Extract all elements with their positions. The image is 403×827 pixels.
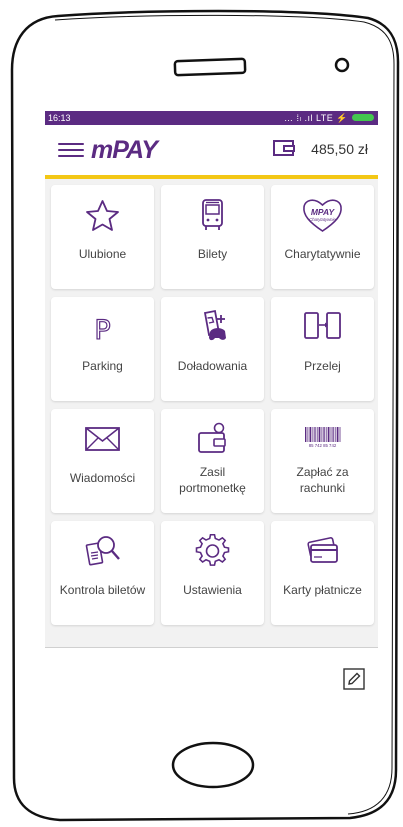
tile-label: Kontrola biletów xyxy=(59,583,146,597)
tile-label-line2: portmonetkę xyxy=(179,481,246,495)
tile-przelej[interactable]: Przelej xyxy=(271,297,374,401)
tile-label: Karty płatnicze xyxy=(283,583,362,597)
status-bar: 16:13 … ⁞ₗ .ıl LTE ⚡ xyxy=(45,111,378,125)
tile-label-line1: Zasil xyxy=(199,465,226,479)
tile-zasil-portmonetke[interactable]: Zasil portmonetkę xyxy=(161,409,264,513)
app-bar: mPAY 485,50 zł xyxy=(45,125,378,175)
tile-charytatywnie[interactable]: MPAY Charytatywnie Charytatywnie xyxy=(271,185,374,289)
edit-icon[interactable] xyxy=(343,668,365,690)
heart-logo-text: MPAY xyxy=(311,207,336,217)
wallet-balance[interactable]: 485,50 zł xyxy=(311,141,368,157)
network-indicator: … ⁞ₗ .ıl LTE ⚡ xyxy=(283,113,348,123)
barcode-number: 85 742 85 742 xyxy=(309,443,337,448)
topup-icon xyxy=(203,309,226,341)
tile-ustawienia[interactable]: Ustawienia xyxy=(161,521,264,625)
tile-label-line1: Zapłać za xyxy=(296,465,349,479)
tile-zaplac-za-rachunki[interactable]: 85 742 85 742 Zapłać za rachunki xyxy=(271,409,374,513)
ticket-check-icon xyxy=(85,536,120,566)
gear-icon xyxy=(195,533,230,566)
tile-label: Ustawienia xyxy=(183,583,242,597)
star-icon xyxy=(86,200,119,231)
tile-label: Wiadomości xyxy=(69,471,136,485)
parking-icon: P xyxy=(94,314,111,346)
bottom-bar xyxy=(45,648,378,715)
barcode-icon: 85 742 85 742 xyxy=(305,427,341,448)
tile-bilety[interactable]: Bilety xyxy=(161,185,264,289)
bus-icon xyxy=(202,199,223,230)
tile-label: Bilety xyxy=(197,247,228,261)
status-time: 16:13 xyxy=(48,113,71,123)
battery-icon xyxy=(352,114,374,121)
parking-letter: P xyxy=(94,315,110,346)
tile-parking[interactable]: P Parking xyxy=(51,297,154,401)
wallet-icon[interactable] xyxy=(273,139,295,157)
heart-icon: MPAY Charytatywnie xyxy=(303,199,342,232)
wallet-topup-icon xyxy=(198,422,226,453)
tile-doladowania[interactable]: Doładowania xyxy=(161,297,264,401)
heart-caption-text: Charytatywnie xyxy=(309,217,336,222)
phone-screen: 16:13 … ⁞ₗ .ıl LTE ⚡ mPAY 485,50 zł Ulub… xyxy=(45,111,378,715)
hamburger-menu-icon[interactable] xyxy=(58,139,84,159)
transfer-icon xyxy=(304,312,341,339)
tile-label: Przelej xyxy=(304,359,341,373)
tile-label-line2: rachunki xyxy=(299,481,346,495)
cards-icon xyxy=(307,537,338,563)
tile-wiadomosci[interactable]: Wiadomości xyxy=(51,409,154,513)
accent-bar xyxy=(45,175,378,179)
tile-label: Charytatywnie xyxy=(284,247,361,261)
app-logo: mPAY xyxy=(91,136,158,164)
tile-ulubione[interactable]: Ulubione xyxy=(51,185,154,289)
envelope-icon xyxy=(85,427,120,451)
tile-karty-platnicze[interactable]: Karty płatnicze xyxy=(271,521,374,625)
tile-label: Parking xyxy=(82,359,123,373)
tile-kontrola-biletow[interactable]: Kontrola biletów xyxy=(51,521,154,625)
tile-label: Ulubione xyxy=(78,247,127,261)
tile-label: Doładowania xyxy=(177,359,248,373)
